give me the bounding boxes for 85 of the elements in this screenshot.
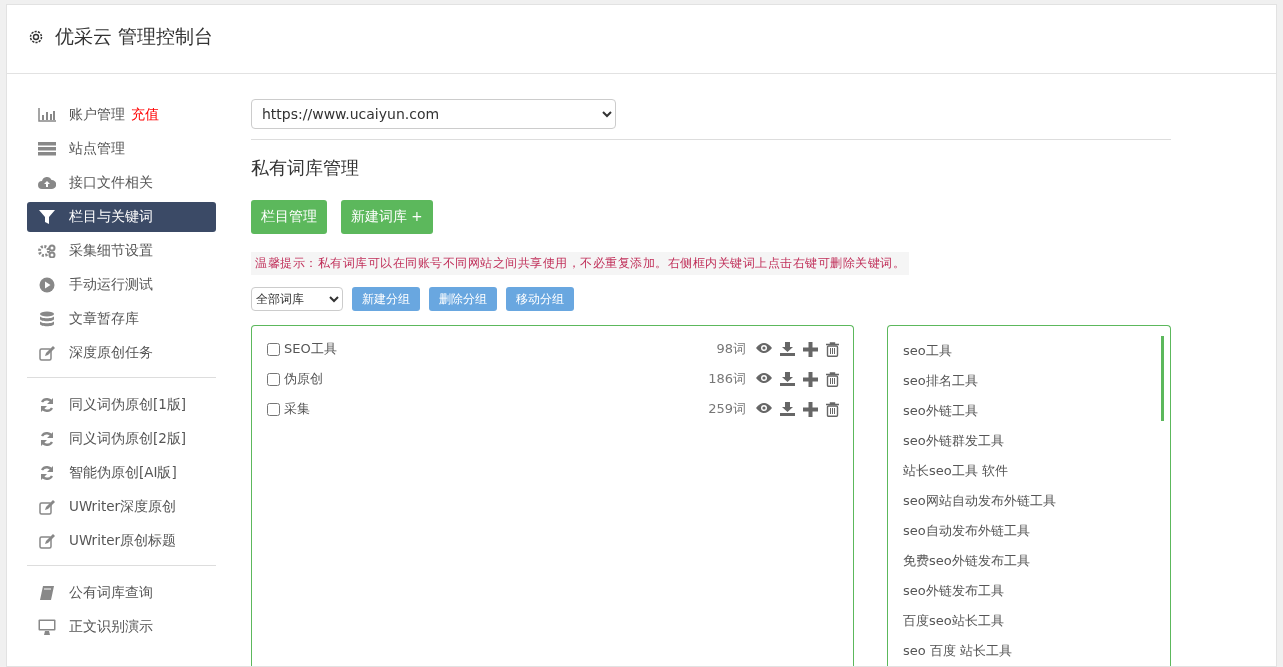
sidebar-item[interactable]: 手动运行测试 <box>27 270 216 300</box>
keyword-item[interactable]: 免费seo外链发布工具 <box>903 546 1170 576</box>
sidebar-label: 同义词伪原创[1版] <box>69 396 187 414</box>
sidebar-label: 接口文件相关 <box>69 174 153 192</box>
keyword-item[interactable]: seo工具 <box>903 336 1170 366</box>
trash-icon[interactable] <box>826 341 839 357</box>
sidebar-item[interactable]: 站点管理 <box>27 134 216 164</box>
word-count: 186词 <box>708 370 746 388</box>
edit-icon <box>38 345 56 361</box>
sidebar-label: 站点管理 <box>69 140 125 158</box>
refresh-icon <box>39 431 55 447</box>
keyword-item[interactable]: seo 百度 站长工具 <box>903 636 1170 666</box>
sidebar-item[interactable]: 接口文件相关 <box>27 168 216 198</box>
trash-icon[interactable] <box>826 371 839 387</box>
library-checkbox[interactable] <box>267 402 280 416</box>
sidebar-label: 文章暂存库 <box>69 310 139 328</box>
play-icon <box>39 277 55 293</box>
sidebar-label: UWriter原创标题 <box>69 532 177 550</box>
cloud-upload-icon <box>38 176 56 190</box>
app-title: 优采云 管理控制台 <box>55 24 214 49</box>
gears-icon <box>38 244 56 258</box>
word-count: 259词 <box>708 400 746 418</box>
download-icon[interactable] <box>780 401 795 416</box>
keyword-item[interactable]: 站长seo工具 软件 <box>903 456 1170 486</box>
sidebar-item[interactable]: 文章暂存库 <box>27 304 216 334</box>
keyword-item[interactable]: seo外链发布工具 <box>903 576 1170 606</box>
keyword-item[interactable]: 百度seo站长工具 <box>903 606 1170 636</box>
library-checkbox[interactable] <box>267 342 280 356</box>
sidebar-label: 账户管理 <box>69 106 125 124</box>
filter-icon <box>39 210 55 224</box>
library-name[interactable]: SEO工具 <box>284 340 717 358</box>
sidebar-label: 手动运行测试 <box>69 276 153 294</box>
recharge-link[interactable]: 充值 <box>131 106 159 124</box>
keyword-item[interactable]: seo网站自动发布外链工具 <box>903 486 1170 516</box>
page-heading: 私有词库管理 <box>251 156 360 180</box>
eye-icon[interactable] <box>756 341 772 354</box>
monitor-icon <box>38 619 56 635</box>
sidebar-label: 智能伪原创[AI版] <box>69 464 177 482</box>
eye-icon[interactable] <box>756 401 772 414</box>
sidebar-label: 栏目与关键词 <box>69 208 153 226</box>
book-icon <box>39 585 55 601</box>
site-select[interactable]: https://www.ucaiyun.com <box>251 99 616 129</box>
sidebar-item[interactable]: 智能伪原创[AI版] <box>27 458 216 488</box>
chart-icon <box>38 108 56 122</box>
keyword-item[interactable]: seo外链工具 <box>903 396 1170 426</box>
server-icon <box>38 142 56 156</box>
sidebar-label: 采集细节设置 <box>69 242 153 260</box>
sidebar-item[interactable]: 同义词伪原创[1版] <box>27 390 216 420</box>
sidebar-item[interactable]: 采集细节设置 <box>27 236 216 266</box>
download-icon[interactable] <box>780 341 795 356</box>
notice-text: 温馨提示：私有词库可以在同账号不同网站之间共享使用，不必重复添加。右侧框内关键词上点击右键可删除关键词。 <box>251 252 909 275</box>
sidebar-label: 深度原创任务 <box>69 344 153 362</box>
sidebar-label: 同义词伪原创[2版] <box>69 430 187 448</box>
eye-icon[interactable] <box>756 371 772 384</box>
plus-icon[interactable] <box>803 401 818 417</box>
plus-icon[interactable] <box>803 371 818 387</box>
library-filter-select[interactable]: 全部词库 <box>251 287 343 311</box>
scrollbar-thumb[interactable] <box>1161 336 1164 421</box>
sidebar-item[interactable]: 正文识别演示 <box>27 612 216 642</box>
sidebar-item[interactable]: 同义词伪原创[2版] <box>27 424 216 454</box>
library-name[interactable]: 伪原创 <box>284 370 709 388</box>
sidebar-item[interactable]: UWriter深度原创 <box>27 492 216 522</box>
keyword-item[interactable]: seo外链群发工具 <box>903 426 1170 456</box>
edit-icon <box>38 499 56 515</box>
sidebar-item[interactable]: 栏目与关键词 <box>27 202 216 232</box>
plus-icon[interactable] <box>803 341 818 357</box>
sidebar-item[interactable]: 深度原创任务 <box>27 338 216 368</box>
sidebar-item[interactable]: 账户管理 充值 <box>27 100 216 130</box>
keyword-item[interactable]: seo排名工具 <box>903 366 1170 396</box>
refresh-icon <box>39 465 55 481</box>
edit-icon <box>38 533 56 549</box>
sidebar-label: 公有词库查询 <box>69 584 153 602</box>
keyword-item[interactable]: seo自动发布外链工具 <box>903 516 1170 546</box>
trash-icon[interactable] <box>826 401 839 417</box>
sidebar-item[interactable]: 公有词库查询 <box>27 578 216 608</box>
sidebar-item[interactable]: UWriter原创标题 <box>27 526 216 556</box>
refresh-icon <box>39 397 55 413</box>
library-name[interactable]: 采集 <box>284 400 709 418</box>
library-checkbox[interactable] <box>267 372 280 386</box>
word-count: 98词 <box>716 340 746 358</box>
database-icon <box>39 311 55 327</box>
settings-icon <box>27 28 45 46</box>
sidebar-label: UWriter深度原创 <box>69 498 177 516</box>
sidebar-label: 正文识别演示 <box>69 618 153 636</box>
download-icon[interactable] <box>780 371 795 386</box>
